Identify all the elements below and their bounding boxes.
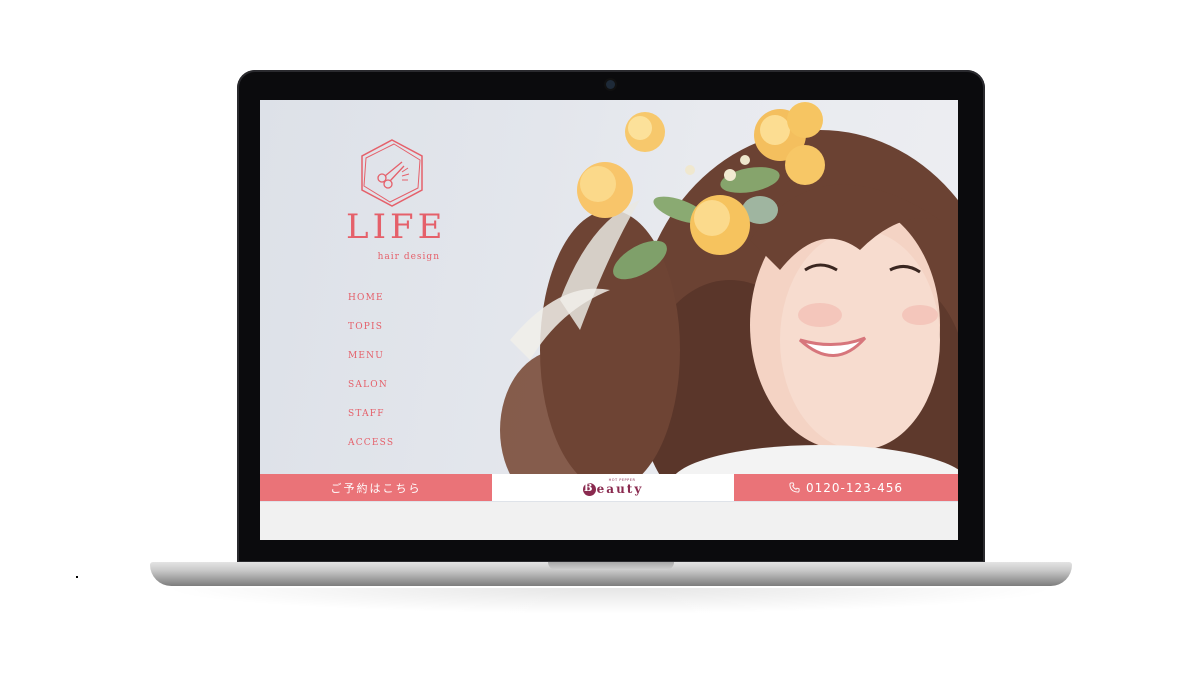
laptop-shadow [160,588,1060,614]
beauty-word-text: eauty [596,482,644,497]
reserve-button[interactable]: ご予約はこちら [260,474,492,501]
hero-section: LIFE hair design HOME TOPIS MENU SALON S… [260,100,958,474]
phone-number: 0120-123-456 [805,480,903,495]
hotpepper-beauty-button[interactable]: HOT PEPPER B eauty [492,474,734,501]
laptop-base-notch [548,562,674,570]
logo-subtitle: hair design [377,252,440,262]
nav-item-salon[interactable]: SALON [348,379,394,408]
nav-item-access[interactable]: ACCESS [348,437,394,466]
nav-item-menu[interactable]: MENU [348,350,394,379]
laptop-screen: LIFE hair design HOME TOPIS MENU SALON S… [260,100,958,540]
beauty-wordmark: B eauty [582,482,644,497]
logo-text[interactable]: LIFE [346,210,442,244]
nav-item-staff[interactable]: STAFF [348,408,394,437]
laptop-mockup: LIFE hair design HOME TOPIS MENU SALON S… [0,0,1200,680]
webcam-icon [606,80,615,89]
booking-bar: ご予約はこちら HOT PEPPER B eauty 0120-123-456 [260,474,958,502]
beauty-b-icon: B [582,482,596,496]
content-area [260,502,958,540]
scissors-hexagon-icon [361,139,423,207]
stray-dot [76,576,78,578]
nav-item-topis[interactable]: TOPIS [348,321,394,350]
main-nav: HOME TOPIS MENU SALON STAFF ACCESS [348,292,394,466]
phone-button[interactable]: 0120-123-456 [734,474,958,501]
nav-item-home[interactable]: HOME [348,292,394,321]
reserve-label: ご予約はこちら [330,481,422,495]
phone-icon [789,482,800,493]
hotpepper-beauty-logo: HOT PEPPER B eauty [582,479,644,497]
